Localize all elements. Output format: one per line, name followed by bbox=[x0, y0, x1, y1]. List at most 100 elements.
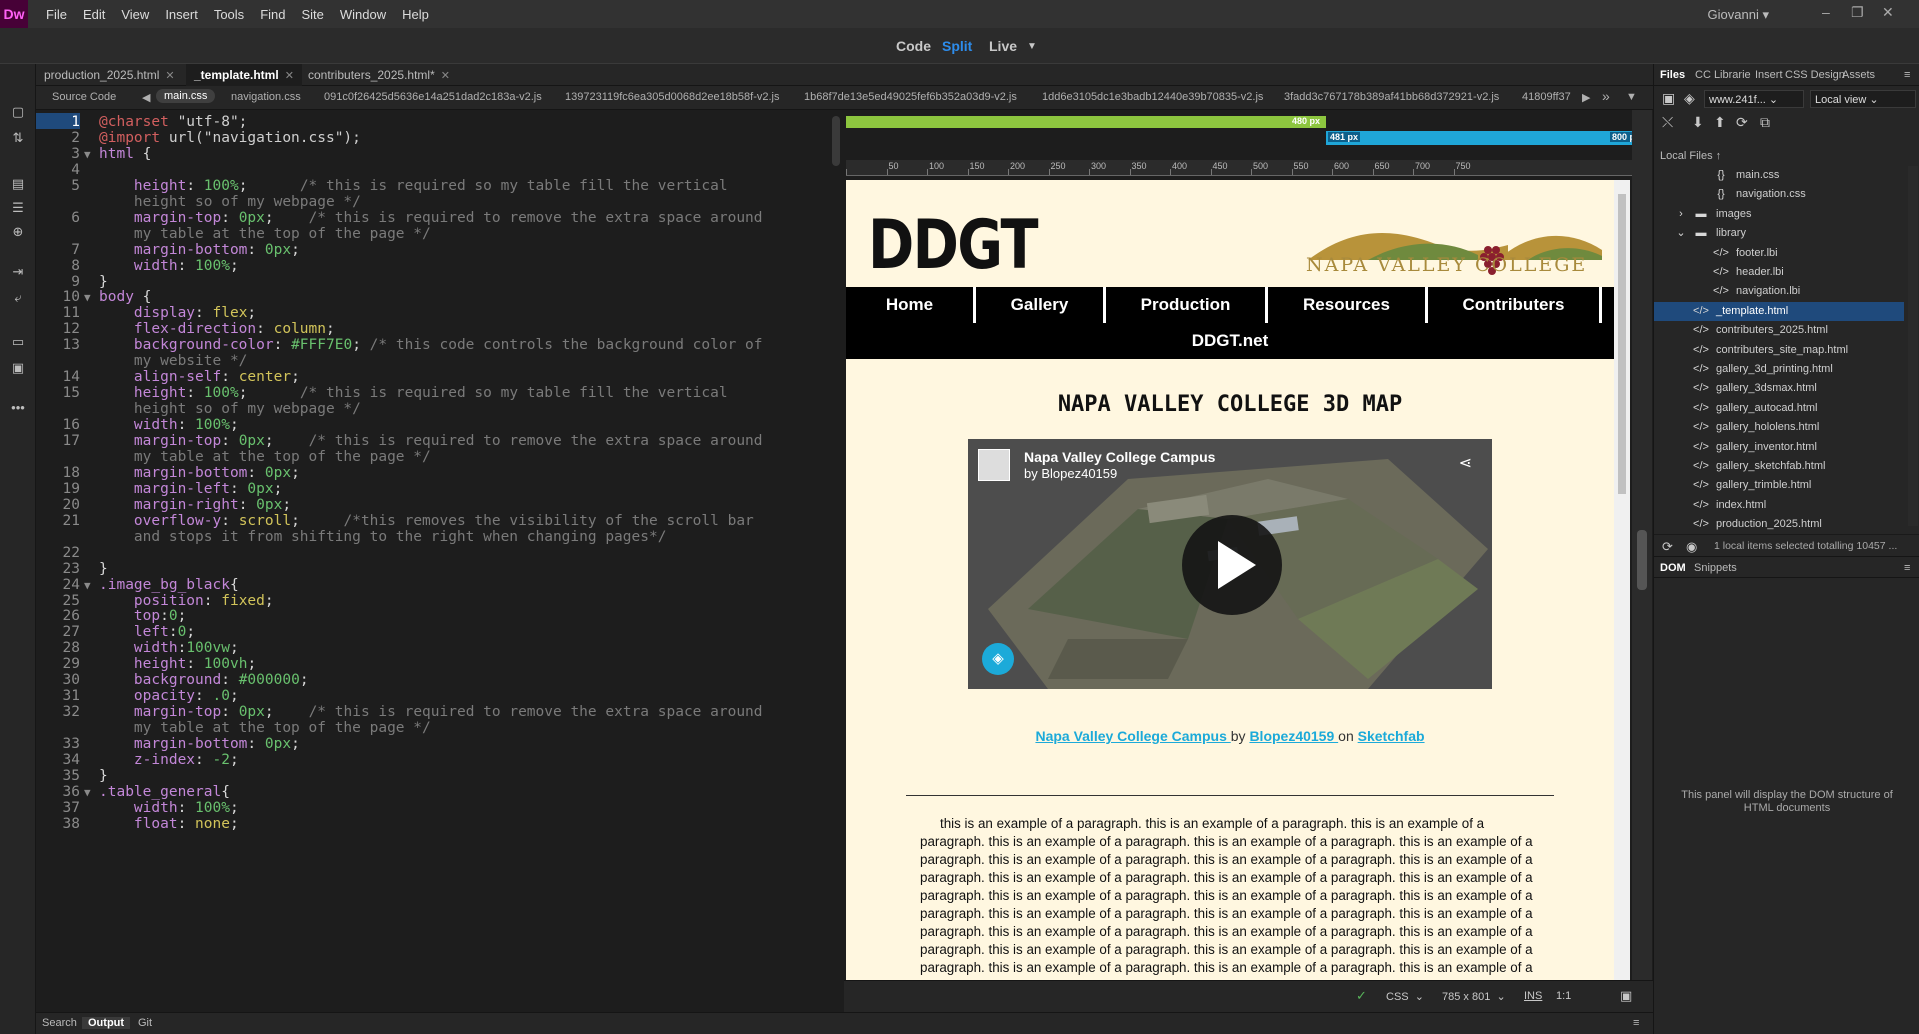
tab-assets[interactable]: Assets bbox=[1842, 69, 1875, 81]
tab-insert[interactable]: Insert bbox=[1755, 69, 1783, 81]
close-icon[interactable]: ✕ bbox=[1882, 4, 1894, 21]
file-icon[interactable]: ▢ bbox=[10, 104, 26, 120]
video-author[interactable]: by Blopez40159 bbox=[1024, 466, 1117, 481]
wrap-icon[interactable]: ⤶ bbox=[10, 290, 26, 306]
file-item[interactable]: › ▬ images bbox=[1654, 205, 1904, 224]
nav-ddgt[interactable]: DDGT.net bbox=[846, 323, 1614, 359]
tab-files[interactable]: Files bbox=[1660, 69, 1685, 81]
menu-edit[interactable]: Edit bbox=[75, 7, 113, 22]
nav-home[interactable]: Home bbox=[846, 287, 976, 323]
menu-insert[interactable]: Insert bbox=[157, 7, 206, 22]
file-item[interactable]: </> gallery_hololens.html bbox=[1654, 418, 1904, 437]
file-item[interactable]: </> production_2025.html bbox=[1654, 515, 1904, 534]
minimize-icon[interactable]: – bbox=[1822, 4, 1830, 20]
scroll-left-icon[interactable]: ◀ bbox=[142, 91, 150, 104]
link-sketchfab[interactable]: Sketchfab bbox=[1358, 728, 1425, 744]
inspect-icon[interactable]: ▤ bbox=[10, 176, 26, 192]
local-files-header[interactable]: Local Files ↑ bbox=[1660, 150, 1721, 162]
file-item[interactable]: </> gallery_trimble.html bbox=[1654, 476, 1904, 495]
site-select[interactable]: www.241f... ⌄ bbox=[1704, 90, 1804, 108]
filter-icon[interactable]: ▼ bbox=[1626, 91, 1637, 103]
file-item[interactable]: </> index.html bbox=[1654, 496, 1904, 515]
file-item[interactable]: </> footer.lbi bbox=[1654, 244, 1904, 263]
code-view-button[interactable]: Code bbox=[896, 38, 931, 54]
disconnect-icon[interactable]: ⤬ bbox=[1662, 114, 1673, 131]
file-item[interactable]: </> header.lbi bbox=[1654, 263, 1904, 282]
more-icon[interactable]: ••• bbox=[10, 400, 26, 416]
format-icon[interactable]: ☰ bbox=[10, 200, 26, 216]
fold-icon[interactable]: ▼ bbox=[84, 145, 91, 164]
nav-gallery[interactable]: Gallery bbox=[976, 287, 1106, 323]
tab-contributers[interactable]: contributers_2025.html* ✕ bbox=[300, 64, 458, 86]
file-item[interactable]: </> gallery_3dsmax.html bbox=[1654, 379, 1904, 398]
insert-mode[interactable]: INS bbox=[1524, 990, 1542, 1002]
related-js-2[interactable]: 139723119fc6ea305d0068d2ee18b58f-v2.js bbox=[565, 91, 780, 103]
no-errors-icon[interactable]: ✓ bbox=[1356, 988, 1367, 1004]
panel-menu-icon[interactable]: ≡ bbox=[1633, 1017, 1639, 1029]
log-icon[interactable]: ◉ bbox=[1686, 539, 1697, 555]
language-select[interactable]: CSS ⌄ bbox=[1386, 990, 1424, 1003]
split-view-button[interactable]: Split bbox=[942, 38, 972, 54]
media-query-bar-800[interactable]: 481 px 800 px bbox=[1326, 131, 1646, 145]
menu-find[interactable]: Find bbox=[252, 7, 293, 22]
more-files-icon[interactable]: » bbox=[1602, 88, 1610, 104]
menu-tools[interactable]: Tools bbox=[206, 7, 252, 22]
related-main-css[interactable]: main.css bbox=[156, 89, 216, 103]
expand-arrow-icon[interactable]: › bbox=[1672, 205, 1690, 224]
view-select[interactable]: Local view ⌄ bbox=[1810, 90, 1916, 108]
restore-icon[interactable]: ❐ bbox=[1851, 4, 1864, 21]
close-tab-icon[interactable]: ✕ bbox=[285, 70, 294, 82]
sketchfab-icon[interactable]: ◈ bbox=[982, 643, 1014, 675]
tab-search[interactable]: Search bbox=[42, 1017, 77, 1029]
live-dropdown-icon[interactable]: ▼ bbox=[1027, 41, 1037, 52]
media-query-bar-480[interactable]: 480 px bbox=[846, 116, 1326, 128]
play-button[interactable] bbox=[1182, 515, 1282, 615]
menu-site[interactable]: Site bbox=[293, 7, 331, 22]
menu-file[interactable]: File bbox=[38, 7, 75, 22]
code-collapse-icon[interactable]: ⇥ bbox=[10, 264, 26, 280]
menu-view[interactable]: View bbox=[113, 7, 157, 22]
preview-icon[interactable]: ▣ bbox=[1620, 988, 1632, 1004]
code-editor[interactable]: 1 @charset "utf-8"; 2 @import url("navigati… bbox=[36, 110, 844, 1012]
nav-contributers[interactable]: Contributers bbox=[1428, 287, 1602, 323]
get-files-icon[interactable]: ⬇ bbox=[1692, 114, 1704, 131]
menu-help[interactable]: Help bbox=[394, 7, 437, 22]
panel-menu-icon[interactable]: ≡ bbox=[1904, 69, 1910, 81]
live-view-button[interactable]: Live bbox=[989, 38, 1017, 54]
code-scrollbar[interactable] bbox=[830, 110, 842, 1012]
expand-arrow-icon[interactable]: ⌄ bbox=[1672, 224, 1690, 243]
panel-menu-icon[interactable]: ≡ bbox=[1904, 562, 1910, 574]
expand-icon[interactable]: ⧉ bbox=[1760, 114, 1770, 131]
file-item[interactable]: {} main.css bbox=[1654, 166, 1904, 185]
tab-dom[interactable]: DOM bbox=[1660, 562, 1686, 574]
scroll-right-icon[interactable]: ▶ bbox=[1582, 91, 1590, 104]
close-tab-icon[interactable]: ✕ bbox=[441, 70, 450, 82]
nav-resources[interactable]: Resources bbox=[1268, 287, 1428, 323]
snippet-icon[interactable]: ▣ bbox=[10, 360, 26, 376]
related-navigation-css[interactable]: navigation.css bbox=[231, 91, 301, 103]
file-tree-scrollbar[interactable] bbox=[1908, 166, 1918, 526]
link-campus[interactable]: Napa Valley College Campus bbox=[1035, 728, 1230, 744]
file-item[interactable]: </> contributers_2025.html bbox=[1654, 321, 1904, 340]
file-item[interactable]: </> gallery_sketchfab.html bbox=[1654, 457, 1904, 476]
link-author[interactable]: Blopez40159 bbox=[1249, 728, 1338, 744]
file-item[interactable]: {} navigation.css bbox=[1654, 185, 1904, 204]
window-size-select[interactable]: 785 x 801 ⌄ bbox=[1442, 990, 1506, 1003]
related-js-4[interactable]: 1dd6e3105dc1e3badb12440e39b70835-v2.js bbox=[1042, 91, 1263, 103]
fold-icon[interactable]: ▼ bbox=[84, 288, 91, 307]
tab-production[interactable]: production_2025.html ✕ bbox=[36, 64, 183, 86]
share-icon[interactable]: ⋖ bbox=[1459, 453, 1472, 473]
put-files-icon[interactable]: ⬆ bbox=[1714, 114, 1726, 131]
tab-output[interactable]: Output bbox=[82, 1017, 131, 1029]
menu-window[interactable]: Window bbox=[332, 7, 394, 22]
target-icon[interactable]: ⊕ bbox=[10, 224, 26, 240]
live-view-scrollbar[interactable] bbox=[1632, 110, 1652, 980]
user-menu[interactable]: Giovanni ▾ bbox=[1708, 7, 1769, 23]
site-icon[interactable]: ▣ bbox=[1662, 90, 1675, 107]
related-source-code[interactable]: Source Code bbox=[52, 91, 116, 103]
file-item[interactable]: </> contributers_site_map.html bbox=[1654, 341, 1904, 360]
related-js-1[interactable]: 091c0f26425d5636e14a251dad2c183a-v2.js bbox=[324, 91, 542, 103]
file-item[interactable]: </> navigation.lbi bbox=[1654, 282, 1904, 301]
refresh-icon[interactable]: ⟳ bbox=[1662, 539, 1673, 555]
fold-icon[interactable]: ▼ bbox=[84, 576, 91, 595]
